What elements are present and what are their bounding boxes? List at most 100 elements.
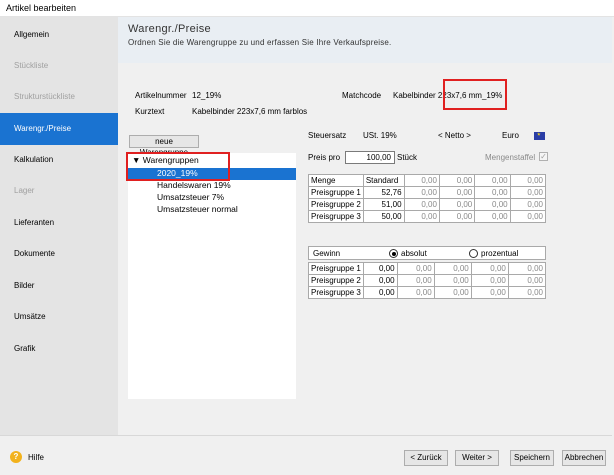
- header-quantity[interactable]: 0,00: [403, 174, 440, 187]
- tree-item[interactable]: Umsatzsteuer normal: [157, 204, 238, 214]
- profit-cell[interactable]: 0,00: [433, 286, 472, 299]
- price-cell[interactable]: 0,00: [474, 210, 511, 223]
- table-row: Preisgruppe 1 52,76 0,00 0,00 0,00 0,00: [308, 186, 547, 199]
- new-product-group-button[interactable]: neue Warengruppe: [129, 135, 199, 157]
- currency-label: Euro: [502, 131, 519, 140]
- profit-cell[interactable]: 0,00: [433, 274, 472, 287]
- tree-item[interactable]: Umsatzsteuer 7%: [157, 192, 224, 202]
- price-cell[interactable]: 51,00: [362, 198, 405, 211]
- main-panel: Warengr./Preise Ordnen Sie die Warengrup…: [118, 17, 612, 435]
- price-cell[interactable]: 0,00: [438, 210, 476, 223]
- sidebar-item-bilder[interactable]: Bilder: [0, 270, 118, 302]
- header-quantity[interactable]: 0,00: [438, 174, 476, 187]
- header-menge: Menge: [308, 174, 364, 187]
- price-cell[interactable]: 0,00: [509, 186, 547, 199]
- sidebar-item-kalkulation[interactable]: Kalkulation: [0, 144, 118, 176]
- article-number-label: Artikelnummer: [135, 91, 187, 100]
- price-per-unit: Stück: [397, 153, 418, 162]
- short-text-label: Kurztext: [135, 107, 165, 116]
- percent-label[interactable]: prozentual: [481, 249, 518, 258]
- help-label[interactable]: Hilfe: [28, 453, 44, 462]
- price-cell[interactable]: 0,00: [474, 198, 511, 211]
- price-cell[interactable]: 0,00: [509, 198, 547, 211]
- profit-cell[interactable]: 0,00: [507, 286, 547, 299]
- sidebar-item-allgemein[interactable]: Allgemein: [0, 19, 118, 51]
- save-button[interactable]: Speichern: [510, 450, 554, 466]
- back-button[interactable]: < Zurück: [404, 450, 448, 466]
- row-label: Preisgruppe 3: [308, 286, 364, 299]
- profit-cell[interactable]: 0,00: [396, 274, 435, 287]
- absolute-label[interactable]: absolut: [401, 249, 427, 258]
- price-per-label: Preis pro: [308, 153, 341, 162]
- dialog-footer: ? Hilfe < Zurück Weiter > Speichern Abbr…: [0, 435, 612, 473]
- sidebar-item-strukturstueckliste: Strukturstückliste: [14, 92, 75, 101]
- netto-toggle[interactable]: < Netto >: [438, 131, 471, 140]
- price-per-input[interactable]: 100,00: [345, 151, 395, 164]
- tax-rate-label: Steuersatz: [308, 131, 347, 140]
- table-row: Preisgruppe 3 50,00 0,00 0,00 0,00 0,00: [308, 210, 547, 223]
- sidebar-item-grafik[interactable]: Grafik: [0, 333, 118, 365]
- product-group-tree[interactable]: ▼ Warengruppen 2020_19% Handelswaren 19%…: [128, 153, 296, 399]
- profit-cell[interactable]: 0,00: [362, 262, 398, 275]
- table-header-row: Menge Standard 0,00 0,00 0,00 0,00: [308, 174, 547, 187]
- price-cell[interactable]: 50,00: [362, 210, 405, 223]
- page-subtitle: Ordnen Sie die Warengruppe zu und erfass…: [128, 38, 392, 47]
- window-title: Artikel bearbeiten: [6, 3, 77, 13]
- help-icon[interactable]: ?: [10, 451, 22, 463]
- sidebar-item-stueckliste: Stückliste: [14, 61, 49, 70]
- row-label: Preisgruppe 2: [308, 198, 364, 211]
- sidebar-item-warengruppen-preise[interactable]: Warengr./Preise: [0, 113, 118, 145]
- profit-cell[interactable]: 0,00: [507, 262, 547, 275]
- window-titlebar: Artikel bearbeiten: [0, 0, 614, 17]
- header-quantity[interactable]: 0,00: [509, 174, 547, 187]
- price-cell[interactable]: 0,00: [403, 186, 440, 199]
- profit-cell[interactable]: 0,00: [470, 262, 509, 275]
- price-cell[interactable]: 52,76: [362, 186, 405, 199]
- tree-highlight-box: [126, 152, 230, 181]
- row-label: Preisgruppe 2: [308, 274, 364, 287]
- sidebar: Allgemein Stückliste Strukturstückliste …: [0, 17, 118, 435]
- profit-cell[interactable]: 0,00: [470, 274, 509, 287]
- profit-cell[interactable]: 0,00: [362, 274, 398, 287]
- page-title: Warengr./Preise: [128, 23, 211, 35]
- price-cell[interactable]: 0,00: [438, 186, 476, 199]
- header-standard: Standard: [362, 174, 405, 187]
- matchcode-highlight-box: [443, 79, 507, 110]
- row-label: Preisgruppe 1: [308, 186, 364, 199]
- header-quantity[interactable]: 0,00: [474, 174, 511, 187]
- percent-radio[interactable]: [469, 249, 478, 258]
- sidebar-item-dokumente[interactable]: Dokumente: [0, 238, 118, 270]
- absolute-radio[interactable]: [389, 249, 398, 258]
- profit-cell[interactable]: 0,00: [362, 286, 398, 299]
- matchcode-label: Matchcode: [342, 91, 382, 100]
- profit-cell[interactable]: 0,00: [507, 274, 547, 287]
- mengenstaffel-checkbox[interactable]: ✓: [539, 152, 548, 161]
- eu-flag-icon[interactable]: [534, 129, 545, 140]
- profit-cell[interactable]: 0,00: [396, 262, 435, 275]
- sidebar-item-lieferanten[interactable]: Lieferanten: [0, 207, 118, 239]
- cancel-button[interactable]: Abbrechen: [562, 450, 606, 466]
- article-number-value: 12_19%: [192, 91, 222, 100]
- tax-rate-value[interactable]: USt. 19%: [363, 131, 397, 140]
- profit-header: Gewinn absolut prozentual: [308, 246, 546, 260]
- table-row: Preisgruppe 3 0,00 0,00 0,00 0,00 0,00: [308, 286, 547, 299]
- row-label: Preisgruppe 1: [308, 262, 364, 275]
- profit-cell[interactable]: 0,00: [470, 286, 509, 299]
- price-cell[interactable]: 0,00: [438, 198, 476, 211]
- mengenstaffel-label: Mengenstaffel: [485, 153, 536, 162]
- profit-cell[interactable]: 0,00: [433, 262, 472, 275]
- table-row: Preisgruppe 2 51,00 0,00 0,00 0,00 0,00: [308, 198, 547, 211]
- tree-item[interactable]: Handelswaren 19%: [157, 180, 231, 190]
- profit-table[interactable]: Preisgruppe 1 0,00 0,00 0,00 0,00 0,00 P…: [308, 262, 547, 299]
- price-cell[interactable]: 0,00: [403, 198, 440, 211]
- profit-cell[interactable]: 0,00: [396, 286, 435, 299]
- table-row: Preisgruppe 2 0,00 0,00 0,00 0,00 0,00: [308, 274, 547, 287]
- price-cell[interactable]: 0,00: [509, 210, 547, 223]
- next-button[interactable]: Weiter >: [455, 450, 499, 466]
- sidebar-item-umsaetze[interactable]: Umsätze: [0, 301, 118, 333]
- sidebar-item-lager: Lager: [14, 186, 35, 195]
- price-cell[interactable]: 0,00: [474, 186, 511, 199]
- price-table[interactable]: Menge Standard 0,00 0,00 0,00 0,00 Preis…: [308, 174, 547, 223]
- price-cell[interactable]: 0,00: [403, 210, 440, 223]
- page-header: Warengr./Preise Ordnen Sie die Warengrup…: [118, 17, 612, 63]
